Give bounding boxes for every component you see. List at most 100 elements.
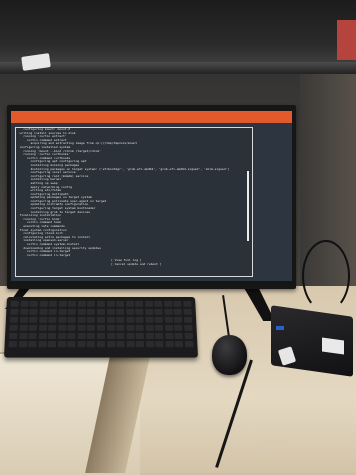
key xyxy=(67,340,76,348)
key xyxy=(29,308,38,316)
key xyxy=(48,300,58,308)
key xyxy=(67,332,76,340)
key xyxy=(18,340,27,348)
key xyxy=(28,332,37,340)
log-line: curtin command in-target xyxy=(16,252,71,257)
key xyxy=(135,300,144,308)
key xyxy=(126,332,135,340)
log-scrollbar xyxy=(247,171,249,241)
key xyxy=(126,340,135,348)
key xyxy=(18,332,28,340)
key xyxy=(57,340,67,348)
key xyxy=(87,316,96,324)
key xyxy=(164,324,174,332)
key xyxy=(19,324,28,332)
key xyxy=(57,324,67,332)
monitor-screen: configuring mount: mount-0 writing insta… xyxy=(11,111,292,281)
mouse xyxy=(212,335,247,375)
key xyxy=(155,332,164,340)
key xyxy=(154,300,163,308)
key xyxy=(58,308,67,316)
key xyxy=(165,340,174,348)
key xyxy=(67,324,76,332)
key xyxy=(125,300,134,308)
key xyxy=(87,340,96,348)
key xyxy=(77,324,86,332)
key xyxy=(77,300,86,308)
key xyxy=(174,316,183,324)
key xyxy=(183,300,192,308)
usb-port-blue xyxy=(276,326,284,330)
photo-scene: configuring mount: mount-0 writing insta… xyxy=(0,0,356,475)
key xyxy=(47,340,57,348)
key xyxy=(116,316,125,324)
key xyxy=(38,324,47,332)
key xyxy=(135,308,144,316)
key xyxy=(67,308,77,316)
key xyxy=(164,308,173,316)
key xyxy=(165,332,174,340)
key xyxy=(173,308,183,316)
key xyxy=(183,316,193,324)
log-footer: [ View full log ][ Cancel update and reb… xyxy=(111,258,162,266)
key xyxy=(96,308,106,316)
key xyxy=(155,324,164,332)
key xyxy=(77,308,86,316)
key xyxy=(19,316,28,324)
key xyxy=(96,316,106,324)
key xyxy=(184,324,193,332)
key xyxy=(28,340,37,348)
key xyxy=(163,300,173,308)
key xyxy=(10,308,19,316)
key xyxy=(10,300,19,308)
key xyxy=(77,332,86,340)
key xyxy=(67,316,77,324)
key xyxy=(106,332,115,340)
key xyxy=(106,300,115,308)
key xyxy=(173,300,182,308)
key xyxy=(8,332,18,340)
key xyxy=(38,332,47,340)
key xyxy=(8,340,18,348)
key xyxy=(39,300,48,308)
key xyxy=(125,324,135,332)
key xyxy=(174,324,183,332)
key xyxy=(28,324,38,332)
key xyxy=(184,340,194,348)
key xyxy=(106,316,115,324)
key xyxy=(154,308,163,316)
install-log-panel: configuring mount: mount-0 writing insta… xyxy=(15,127,253,277)
key xyxy=(9,316,19,324)
mini-pc-label-sticker xyxy=(322,337,344,355)
key xyxy=(145,332,154,340)
key xyxy=(154,316,164,324)
key xyxy=(39,308,48,316)
key xyxy=(77,316,86,324)
key xyxy=(125,308,134,316)
key xyxy=(116,324,125,332)
key xyxy=(77,340,86,348)
key xyxy=(68,300,77,308)
watermark-logo xyxy=(258,440,288,458)
key xyxy=(48,324,57,332)
key xyxy=(155,340,164,348)
key xyxy=(116,340,125,348)
key xyxy=(96,340,106,348)
key xyxy=(116,308,125,316)
key xyxy=(135,316,144,324)
key xyxy=(87,300,96,308)
installer-header-bar xyxy=(11,111,292,123)
key xyxy=(116,300,125,308)
key xyxy=(19,308,29,316)
loop-cable xyxy=(302,240,350,312)
key xyxy=(58,316,67,324)
key xyxy=(57,332,67,340)
keyboard-keys xyxy=(8,300,194,348)
key xyxy=(184,332,193,340)
red-object xyxy=(337,20,356,60)
keyboard xyxy=(3,297,199,358)
monitor: configuring mount: mount-0 writing insta… xyxy=(7,105,296,289)
key xyxy=(29,300,39,308)
key xyxy=(174,332,184,340)
key xyxy=(87,324,96,332)
